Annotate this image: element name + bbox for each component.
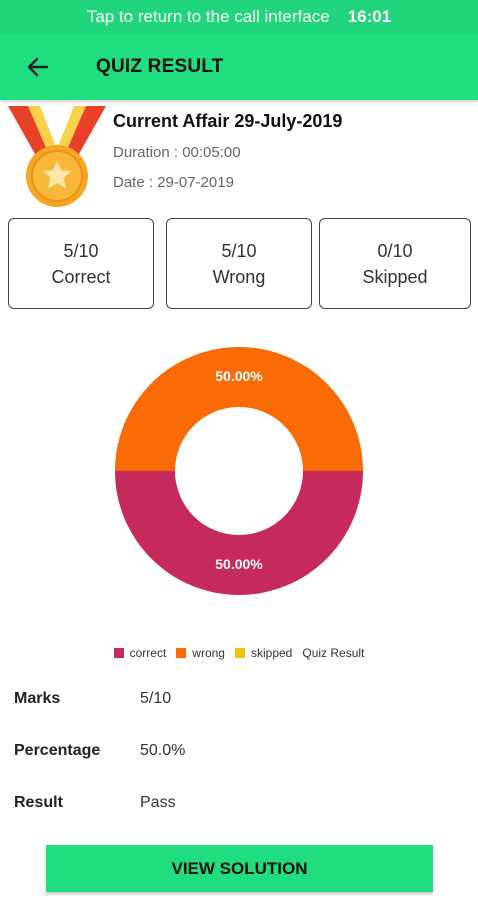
chart-legend: correct wrong skipped Quiz Result [0, 646, 478, 660]
view-solution-button[interactable]: VIEW SOLUTION [46, 845, 433, 892]
skipped-label: Skipped [362, 266, 428, 287]
chart-description: Quiz Result [302, 646, 365, 660]
legend-swatch-skipped [234, 648, 245, 658]
status-time: 16:01 [347, 7, 392, 26]
percentage-value: 50.0% [140, 742, 186, 759]
app-bar: QUIZ RESULT [0, 34, 478, 100]
marks-label: Marks [14, 690, 61, 707]
legend-label-wrong: wrong [192, 646, 225, 660]
correct-count: 5/10 [63, 240, 99, 261]
quiz-result-donut-chart[interactable]: 50.00% 50.00% [114, 346, 364, 596]
legend-label-correct: correct [129, 646, 167, 660]
wrong-stat-card: 5/10 Wrong [166, 218, 312, 309]
legend-swatch-wrong [176, 648, 187, 658]
skipped-count: 0/10 [377, 240, 413, 261]
quiz-duration: Duration : 00:05:00 [113, 144, 241, 161]
wrong-count: 5/10 [221, 240, 257, 261]
skipped-stat-card: 0/10 Skipped [319, 218, 471, 309]
medal-icon [8, 106, 106, 207]
marks-row: Marks 5/10 [14, 690, 171, 708]
slice-label-correct: 50.00% [215, 556, 263, 572]
result-value: Pass [140, 794, 176, 811]
return-to-call-text[interactable]: Tap to return to the call interface [87, 7, 330, 27]
legend-label-skipped: skipped [250, 646, 293, 660]
status-bar[interactable]: Tap to return to the call interface 16:0… [0, 0, 478, 34]
correct-label: Correct [51, 266, 111, 287]
legend-swatch-correct [113, 648, 124, 658]
arrow-left-icon [27, 57, 49, 77]
percentage-label: Percentage [14, 742, 101, 759]
result-label: Result [14, 794, 63, 811]
legend-item-skipped: skipped [234, 646, 293, 660]
result-row: Result Pass [14, 794, 176, 812]
quiz-header: Current Affair 29-July-2019 Duration : 0… [0, 102, 478, 212]
page-title: QUIZ RESULT [96, 56, 224, 77]
quiz-date: Date : 29-07-2019 [113, 174, 234, 191]
legend-item-wrong: wrong [176, 646, 225, 660]
donut-hole [183, 415, 295, 527]
legend-item-correct: correct [113, 646, 167, 660]
slice-label-wrong: 50.00% [215, 368, 263, 384]
back-button[interactable] [18, 47, 58, 87]
wrong-label: Wrong [212, 266, 266, 287]
marks-value: 5/10 [140, 690, 172, 707]
percentage-row: Percentage 50.0% [14, 742, 185, 760]
quiz-title: Current Affair 29-July-2019 [113, 111, 343, 131]
correct-stat-card: 5/10 Correct [8, 218, 154, 309]
